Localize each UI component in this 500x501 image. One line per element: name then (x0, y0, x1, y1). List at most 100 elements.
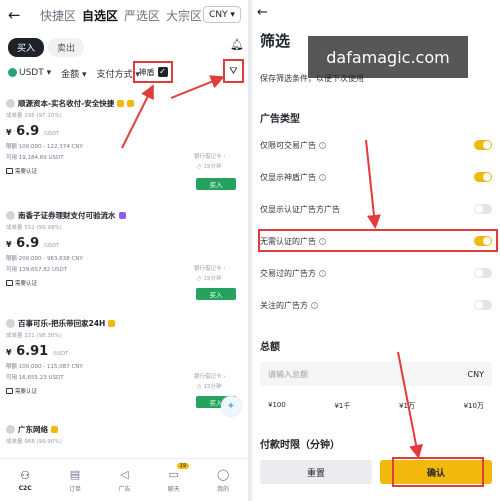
preset-10k[interactable]: ¥1万 (391, 398, 423, 414)
merchant-name[interactable]: 百事可乐-把乐带回家24H (18, 318, 105, 329)
ad-card[interactable]: 广东网络 成单量 968 (99.90%) (6, 424, 244, 445)
coin-filter[interactable]: USDT ▾ (8, 68, 51, 78)
filter-row-label: 仅显示神盾广告 (260, 172, 316, 182)
merchant-row: 广东网络 (6, 424, 244, 435)
filter-row-followed-advertisers: 关注的广告方 i (260, 298, 492, 312)
amount-filter[interactable]: 金额 ▾ (61, 67, 86, 80)
tab-strict-zone[interactable]: 严选区 (124, 7, 160, 24)
filter-row-label: 仅限可交易广告 (260, 140, 316, 150)
filter-row-verified-advertiser: 仅显示认证广告方广告 (260, 202, 492, 216)
toggle-switch[interactable] (474, 204, 492, 214)
avatar (6, 99, 15, 108)
filter-row-label: 关注的广告方 (260, 300, 308, 310)
merchant-name[interactable]: 南香子证券理财支付可验流水 (18, 210, 116, 221)
order-stats: 成单量 221 (98.30%) (6, 333, 62, 339)
merchant-name[interactable]: 广东网络 (18, 424, 48, 435)
ad-price: ¥ 6.91 /USDT (6, 344, 69, 359)
price-unit: /USDT (43, 243, 60, 249)
shield-badge-icon (127, 100, 135, 107)
toggle-switch[interactable] (474, 268, 492, 278)
preset-100[interactable]: ¥100 (260, 398, 294, 414)
tab-quick-zone[interactable]: 快捷区 (40, 7, 76, 24)
nav-label: 广告 (118, 485, 131, 493)
sell-segment[interactable]: 卖出 (48, 38, 85, 57)
kyc-tag-label: 需要认证 (15, 389, 38, 395)
price-unit: /USDT (43, 131, 60, 137)
info-icon[interactable]: i (319, 269, 326, 277)
preset-100k[interactable]: ¥10万 (456, 398, 492, 414)
id-card-icon (6, 388, 13, 394)
unread-count-badge: 19 (176, 462, 190, 469)
nav-orders[interactable]: ▤ 订单 (69, 468, 81, 493)
preset-1k[interactable]: ¥1千 (326, 398, 358, 414)
nav-label: C2C (18, 484, 32, 492)
filter-row-label: 仅显示认证广告方广告 (260, 204, 340, 214)
buy-button[interactable]: 买入 (196, 288, 236, 300)
filter-row-label: 交易过的广告方 (260, 268, 316, 278)
toggle-switch[interactable] (474, 300, 492, 310)
tab-bulk-zone[interactable]: 大宗区 (166, 7, 202, 24)
ad-card[interactable]: 顺源资本-实名收付-安全快捷 成单量 195 (97.10%) ¥ 6.9 /U… (6, 98, 244, 190)
filter-row-shield-only: 仅显示神盾广告 i (260, 170, 492, 184)
shield-filter-label: 神盾 (138, 67, 155, 77)
ad-card[interactable]: 百事可乐-把乐带回家24H 成单量 221 (98.30%) ¥ 6.91 /U… (6, 318, 244, 408)
usdt-coin-icon (8, 68, 17, 77)
buy-segment[interactable]: 买入 (8, 38, 45, 57)
payment-time-heading: 付款时限（分钟） (260, 440, 340, 451)
price-decimals: 1 (39, 344, 49, 359)
info-icon[interactable]: i (319, 173, 326, 181)
avatar (6, 425, 15, 434)
nav-ads[interactable]: ◁ 广告 (118, 468, 130, 493)
market-top-bar: ← 快捷区 自选区 严选区 大宗区 CNY ▾ (0, 0, 248, 32)
reset-button[interactable]: 重置 (260, 460, 372, 484)
kyc-tag-label: 需要认证 (15, 169, 38, 175)
price-unit: /USDT (52, 351, 69, 357)
price-value: 6.9 (16, 344, 40, 359)
back-arrow-icon[interactable]: ← (8, 6, 21, 24)
merchant-row: 南香子证券理财支付可验流水 (6, 210, 244, 221)
payment-method: 银行借记卡 › (194, 154, 226, 160)
shield-filter-checkbox[interactable]: 神盾 ✓ (133, 61, 173, 83)
verified-badge-icon (108, 320, 116, 327)
checkbox-checked-icon: ✓ (157, 67, 168, 77)
ad-limit: 限额 100,000 - 122,374 CNY (6, 144, 83, 150)
back-arrow-icon[interactable]: ← (257, 5, 268, 20)
buy-button[interactable]: 买入 (196, 178, 236, 190)
info-icon[interactable]: i (319, 141, 326, 149)
merchant-row: 百事可乐-把乐带回家24H (6, 318, 244, 329)
info-icon[interactable]: i (311, 301, 318, 309)
ad-price: ¥ 6.9 /USDT (6, 236, 60, 251)
payment-time: ◷ 15分钟 (197, 384, 222, 390)
payment-time: ◷ 15分钟 (197, 164, 222, 170)
ad-limit: 限额 100,000 - 115,087 CNY (6, 364, 83, 370)
highlight-box-confirm (392, 457, 484, 487)
toggle-switch[interactable] (474, 140, 492, 150)
amount-input[interactable]: 请输入总额 CNY (260, 362, 492, 386)
order-stats: 成单量 552 (99.99%) (6, 225, 62, 231)
nav-profile[interactable]: ◯ 我的 (217, 468, 229, 493)
watermark: dafamagic.com (308, 36, 468, 78)
ad-card[interactable]: 南香子证券理财支付可验流水 成单量 552 (99.99%) ¥ 6.9 /US… (6, 210, 244, 300)
notification-bell-icon[interactable]: 🔔︎ (230, 38, 244, 51)
nav-label: 聊天 (167, 485, 180, 493)
assistant-fab[interactable]: ✦ (221, 396, 241, 416)
screenshot-root: ← 快捷区 自选区 严选区 大宗区 CNY ▾ 买入 卖出 🔔︎ USDT ▾ … (0, 0, 500, 501)
megaphone-icon: ◁ (120, 467, 129, 481)
chat-icon: ▭ (168, 467, 179, 481)
kyc-tag-label: 需要认证 (15, 281, 38, 287)
sparkle-icon: ✦ (226, 400, 236, 412)
payment-time: ◷ 15分钟 (197, 276, 222, 282)
payment-method: 银行借记卡 › (194, 374, 226, 380)
verified-badge-icon (51, 426, 58, 433)
currency-select[interactable]: CNY ▾ (203, 6, 241, 23)
verified-badge-icon (118, 212, 126, 219)
toggle-switch[interactable] (474, 172, 492, 182)
nav-chat[interactable]: 19 ▭ 聊天 (167, 462, 190, 493)
price-value: 6.9 (16, 124, 40, 139)
nav-c2c[interactable]: ⚇ C2C (19, 469, 32, 492)
filter-funnel-button[interactable]: ⛛ (223, 59, 244, 83)
verified-badge-icon (117, 100, 125, 107)
tab-self-select-zone[interactable]: 自选区 (82, 7, 118, 24)
merchant-name[interactable]: 顺源资本-实名收付-安全快捷 (18, 98, 114, 109)
bottom-navigation: ⚇ C2C ▤ 订单 ◁ 广告 19 ▭ 聊天 ◯ 我的 (0, 458, 248, 501)
